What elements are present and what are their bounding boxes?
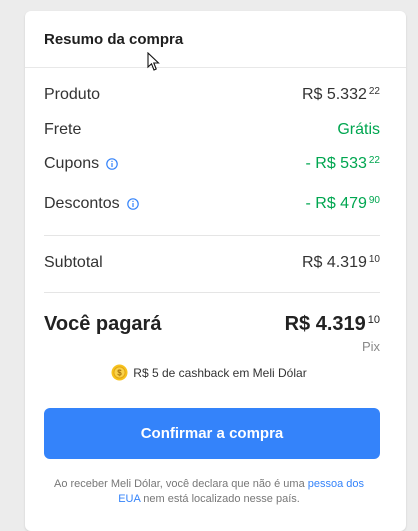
total-label: Você pagará bbox=[44, 313, 162, 335]
cashback-text: R$ 5 de cashback em Meli Dólar bbox=[133, 365, 307, 380]
cashback-notice: $ R$ 5 de cashback em Meli Dólar bbox=[0, 364, 418, 381]
total-price: R$ 4.319 10 bbox=[284, 313, 380, 335]
info-icon[interactable] bbox=[126, 198, 139, 210]
coupons-label: Cupons bbox=[44, 155, 100, 172]
discounts-label: Descontos bbox=[44, 195, 120, 212]
summary-title: Resumo da compra bbox=[44, 31, 184, 48]
summary-row-discounts: Descontos - R$ 479 90 bbox=[44, 195, 380, 213]
shipping-price: Grátis bbox=[337, 121, 380, 138]
discounts-price: - R$ 479 90 bbox=[305, 195, 381, 212]
divider bbox=[44, 235, 380, 236]
info-icon[interactable] bbox=[106, 158, 118, 170]
summary-row-total: Você pagará R$ 4.319 10 bbox=[44, 313, 380, 336]
summary-row-coupons: Cupons - R$ 533 22 bbox=[44, 155, 380, 173]
product-label: Produto bbox=[44, 86, 101, 103]
payment-method: Pix bbox=[361, 339, 380, 354]
coin-icon: $ bbox=[111, 364, 128, 381]
product-price: R$ 5.332 22 bbox=[301, 86, 380, 103]
confirm-purchase-button[interactable]: Confirmar a compra bbox=[44, 408, 380, 459]
shipping-label: Frete bbox=[44, 121, 82, 138]
mouse-pointer-icon bbox=[147, 51, 161, 77]
summary-header: Resumo da compra bbox=[25, 11, 406, 68]
summary-row-product: Produto R$ 5.332 22 bbox=[44, 86, 380, 104]
cashback-disclaimer: Ao receber Meli Dólar, você declara que … bbox=[53, 478, 365, 505]
svg-text:$: $ bbox=[118, 369, 123, 378]
subtotal-price: R$ 4.319 10 bbox=[301, 254, 380, 271]
divider bbox=[44, 292, 380, 293]
subtotal-label: Subtotal bbox=[44, 254, 103, 271]
summary-row-shipping: Frete Grátis bbox=[44, 121, 380, 139]
coupons-price: - R$ 533 22 bbox=[305, 155, 381, 172]
summary-row-subtotal: Subtotal R$ 4.319 10 bbox=[44, 254, 380, 272]
